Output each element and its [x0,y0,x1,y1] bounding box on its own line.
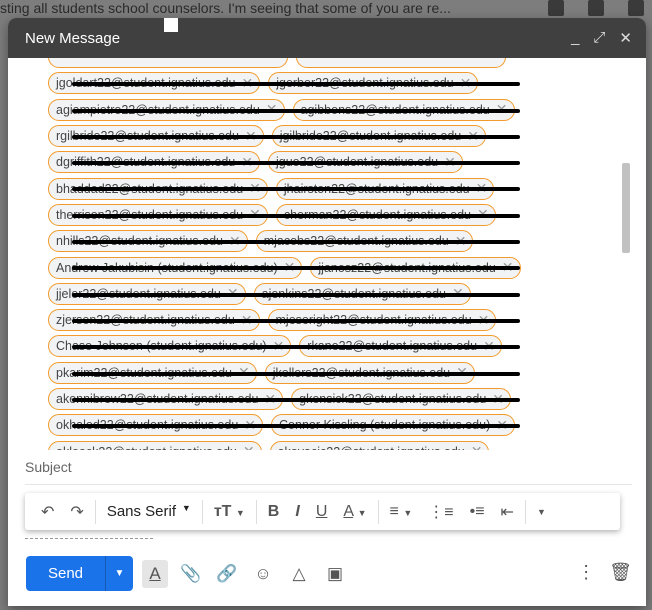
redaction-bar [72,240,520,245]
recipient-row: pkarim22@student.ignatius.edu✕jkellers22… [48,360,521,386]
redaction-bar [72,292,520,297]
redaction-bar [72,161,520,166]
align-icon[interactable]: ≡ ▼ [382,503,421,521]
recipient-row: nhills22@student.ignatius.edu✕mjacobs22@… [48,228,521,254]
drive-icon[interactable]: △ [286,560,312,588]
archive-icon [548,0,564,16]
cursor-marker [164,18,178,32]
recipient-label: akovacic22@student.ignatius.edu [278,445,465,450]
italic-icon[interactable]: I [287,503,307,521]
send-button-group: Send ▼ [26,556,133,591]
recipient-row: therrison22@student.ignatius.edu✕cherman… [48,202,521,228]
bulleted-list-icon[interactable]: •≡ [462,503,493,521]
recipient-row: dgriffith22@student.ignatius.edu✕jguo22@… [48,149,521,175]
numbered-list-icon[interactable]: ⋮≡ [420,502,461,522]
delete-icon [588,0,604,16]
font-select[interactable]: Sans Serif ▼ [99,503,199,520]
fullscreen-button[interactable]: ⤢ [593,29,605,47]
scrollbar[interactable] [622,163,630,253]
send-button[interactable]: Send [26,556,106,591]
redaction-bar [72,134,520,139]
redaction-bar [72,187,520,192]
redaction-bar [72,82,520,87]
redaction-bar [72,266,520,271]
redaction-bar [72,371,520,376]
more-options-icon[interactable]: ⋮ [577,562,595,583]
formatting-options-icon[interactable]: A [142,560,168,588]
redaction-bar [72,345,520,350]
formatting-toolbar: ↶ ↷ Sans Serif ▼ ᴛT ▼ B I U A ▼ ≡ ▼ ⋮≡ •≡… [25,493,620,530]
recipient-chip[interactable]: okloock22@student.ignatius.edu ✕ [48,440,262,450]
recipients-field[interactable]: jgoldart22@student.ignatius.edu✕jgerber2… [8,58,622,450]
redaction-bar [72,108,520,113]
minimize-button[interactable]: _ [571,29,579,47]
recipient-row: Andrew Jakubisin (student.ignatius.edu)✕… [48,254,521,280]
divider [25,484,632,485]
photo-icon[interactable]: ▣ [322,560,348,588]
redaction-bar [72,213,520,218]
bold-icon[interactable]: B [260,503,288,521]
emoji-icon[interactable]: ☺ [250,560,276,588]
recipient-row: jjeler22@student.ignatius.edu✕ajenkins22… [48,281,521,307]
schedule-send-dropdown[interactable]: ▼ [106,556,133,591]
compose-title: New Message [25,29,121,47]
text-color-icon[interactable]: A ▼ [335,503,374,521]
recipient-row: okloock22@student.ignatius.edu✕akovacic2… [48,438,521,450]
compose-window: New Message _ ⤢ ✕ jgoldart22@student.ign… [8,18,646,606]
redaction-bar [72,318,520,323]
undo-icon[interactable]: ↶ [33,502,62,522]
indent-less-icon[interactable]: ⇤ [493,502,522,522]
recipient-row: Chase Johnson (student.ignatius.edu)✕rka… [48,333,521,359]
subject-input[interactable]: Subject [25,459,72,475]
discard-draft-icon[interactable]: 🗑 [609,562,632,583]
remove-recipient-icon[interactable]: ✕ [243,443,255,450]
redaction-bar [72,424,520,429]
recipient-label: okloock22@student.ignatius.edu [56,445,237,450]
more-formatting-icon[interactable]: ▼ [529,507,554,517]
link-icon[interactable]: 🔗 [214,560,240,588]
underline-icon[interactable]: U [308,503,336,521]
font-size-icon[interactable]: ᴛT ▼ [206,503,253,521]
recipient-row: rgilbride22@student.ignatius.edu✕jgilbri… [48,123,521,149]
attach-icon[interactable]: 📎 [178,560,204,588]
recipient-row: bhaddad22@student.ignatius.edu✕jhairston… [48,175,521,201]
signature-divider [25,538,153,539]
recipient-row: zjersen22@student.ignatius.edu✕mjeserigh… [48,307,521,333]
remove-recipient-icon[interactable]: ✕ [471,443,483,450]
mark-read-icon [628,0,644,16]
recipient-row: agiampietro22@student.ignatius.edu✕agibb… [48,97,521,123]
redaction-bar [72,397,520,402]
redo-icon[interactable]: ↷ [62,502,91,522]
recipient-chip[interactable]: akovacic22@student.ignatius.edu ✕ [269,440,490,450]
recipient-row: okhaled22@student.ignatius.edu✕Connor Ki… [48,412,521,438]
recipient-row: akennibrew22@student.ignatius.edu✕gkensi… [48,386,521,412]
compose-header[interactable]: New Message _ ⤢ ✕ [8,18,646,58]
background-email-snippet: sting all students school counselors. I'… [0,0,652,18]
recipient-row: jgoldart22@student.ignatius.edu✕jgerber2… [48,70,521,96]
close-button[interactable]: ✕ [619,29,632,47]
